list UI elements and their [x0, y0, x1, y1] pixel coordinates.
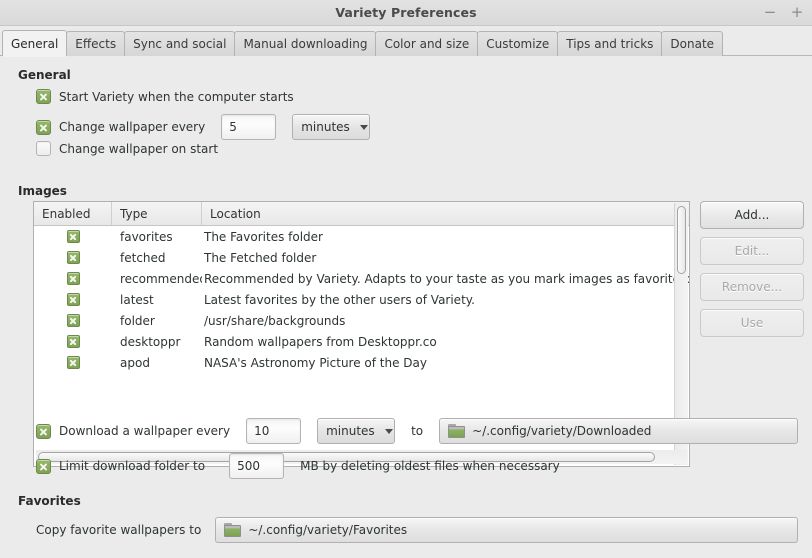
row-type-cell: favorites [120, 229, 173, 244]
download-every-row: Download a wallpaper every 10 minutes to… [36, 418, 798, 444]
table-row[interactable]: recommended Recommended by Variety. Adap… [34, 268, 689, 289]
images-section-heading: Images [18, 184, 67, 198]
table-row[interactable]: folder /usr/share/backgrounds [34, 310, 689, 331]
row-type-cell: latest [120, 292, 154, 307]
change-every-unit-value: minutes [301, 120, 350, 134]
start-on-boot-checkbox[interactable] [36, 89, 51, 104]
limit-download-label: Limit download folder to [59, 459, 206, 473]
row-enabled-checkbox[interactable] [66, 293, 80, 306]
row-enabled-checkbox[interactable] [66, 335, 80, 348]
download-every-label: Download a wallpaper every [59, 424, 231, 438]
tab-bar: General Effects Sync and social Manual d… [0, 26, 812, 57]
download-every-unit-value: minutes [326, 424, 375, 438]
row-location-cell: /usr/share/backgrounds [204, 313, 346, 328]
window-title: Variety Preferences [335, 5, 477, 20]
change-every-value-input[interactable]: 5 [221, 114, 277, 140]
favorites-copy-label: Copy favorite wallpapers to [36, 523, 202, 537]
remove-button[interactable]: Remove... [700, 273, 804, 301]
images-table-header: Enabled Type Location [34, 202, 689, 226]
download-folder-path: ~/.config/variety/Downloaded [472, 424, 652, 438]
row-location-cell: Recommended by Variety. Adapts to your t… [204, 271, 689, 286]
folder-icon [448, 424, 466, 438]
tab-donate[interactable]: Donate [661, 31, 724, 56]
change-on-start-label: Change wallpaper on start [59, 141, 219, 156]
images-table-body: favorites The Favorites folder fetched T… [34, 226, 689, 373]
limit-download-row: Limit download folder to 500 MB by delet… [36, 453, 560, 479]
general-section-heading: General [18, 68, 71, 82]
row-enabled-cell[interactable] [34, 272, 112, 285]
add-button[interactable]: Add... [700, 201, 804, 229]
download-every-unit-select[interactable]: minutes [317, 418, 396, 444]
favorites-section-heading: Favorites [18, 494, 81, 508]
change-every-unit-select[interactable]: minutes [292, 114, 371, 140]
chevron-down-icon [384, 428, 393, 434]
row-type-cell: recommended [120, 271, 202, 286]
column-header-location[interactable]: Location [202, 202, 689, 225]
row-type-cell: apod [120, 355, 150, 370]
general-tab-panel: General Start Variety when the computer … [0, 56, 812, 558]
tab-general[interactable]: General [2, 30, 68, 57]
tab-tips-and-tricks[interactable]: Tips and tricks [557, 31, 663, 56]
row-enabled-checkbox[interactable] [66, 251, 80, 264]
folder-icon [224, 523, 242, 537]
row-enabled-cell[interactable] [34, 314, 112, 327]
table-row[interactable]: apod NASA's Astronomy Picture of the Day [34, 352, 689, 373]
vertical-scrollbar-thumb[interactable] [677, 206, 686, 274]
column-header-type[interactable]: Type [112, 202, 202, 225]
favorites-copy-row: Copy favorite wallpapers to ~/.config/va… [36, 517, 798, 543]
row-location-cell: Latest favorites by the other users of V… [204, 292, 475, 307]
row-enabled-cell[interactable] [34, 335, 112, 348]
chevron-down-icon [359, 124, 368, 130]
limit-download-checkbox[interactable] [36, 458, 51, 474]
row-enabled-checkbox[interactable] [66, 272, 80, 285]
table-row[interactable]: latest Latest favorites by the other use… [34, 289, 689, 310]
use-button[interactable]: Use [700, 309, 804, 337]
limit-download-suffix-label: MB by deleting oldest files when necessa… [300, 459, 560, 473]
column-header-enabled[interactable]: Enabled [34, 202, 112, 225]
row-location-cell: The Fetched folder [204, 250, 317, 265]
row-enabled-checkbox[interactable] [66, 314, 80, 327]
maximize-icon[interactable]: + [790, 5, 804, 20]
tab-manual-downloading[interactable]: Manual downloading [234, 31, 377, 56]
row-enabled-cell[interactable] [34, 356, 112, 369]
row-location-cell: NASA's Astronomy Picture of the Day [204, 355, 427, 370]
title-bar: Variety Preferences − + [0, 0, 812, 26]
tab-sync-and-social[interactable]: Sync and social [124, 31, 236, 56]
download-folder-chooser[interactable]: ~/.config/variety/Downloaded [439, 418, 798, 444]
change-on-start-checkbox[interactable] [36, 141, 51, 156]
row-type-cell: folder [120, 313, 155, 328]
favorites-folder-path: ~/.config/variety/Favorites [248, 523, 408, 537]
edit-button[interactable]: Edit... [700, 237, 804, 265]
table-row[interactable]: desktoppr Random wallpapers from Desktop… [34, 331, 689, 352]
download-every-value-input[interactable]: 10 [246, 418, 302, 444]
row-enabled-cell[interactable] [34, 293, 112, 306]
row-enabled-checkbox[interactable] [66, 356, 80, 369]
row-enabled-checkbox[interactable] [66, 230, 80, 243]
row-type-cell: desktoppr [120, 334, 181, 349]
change-every-checkbox[interactable] [36, 119, 51, 135]
change-every-label: Change wallpaper every [59, 120, 206, 134]
start-on-boot-row[interactable]: Start Variety when the computer starts [36, 89, 294, 104]
row-location-cell: The Favorites folder [204, 229, 323, 244]
download-every-checkbox[interactable] [36, 423, 51, 439]
tab-customize[interactable]: Customize [477, 31, 559, 56]
table-row[interactable]: favorites The Favorites folder [34, 226, 689, 247]
limit-download-value-input[interactable]: 500 [229, 453, 285, 479]
table-row[interactable]: fetched The Fetched folder [34, 247, 689, 268]
row-location-cell: Random wallpapers from Desktoppr.co [204, 334, 437, 349]
row-enabled-cell[interactable] [34, 251, 112, 264]
window-controls: − + [763, 0, 804, 25]
change-on-start-row[interactable]: Change wallpaper on start [36, 141, 218, 156]
tab-color-and-size[interactable]: Color and size [375, 31, 479, 56]
row-type-cell: fetched [120, 250, 166, 265]
favorites-folder-chooser[interactable]: ~/.config/variety/Favorites [215, 517, 798, 543]
download-to-label: to [411, 424, 424, 438]
start-on-boot-label: Start Variety when the computer starts [59, 89, 294, 104]
minimize-icon[interactable]: − [763, 5, 777, 20]
row-enabled-cell[interactable] [34, 230, 112, 243]
tab-effects[interactable]: Effects [66, 31, 126, 56]
change-every-row: Change wallpaper every 5 minutes [36, 114, 371, 140]
